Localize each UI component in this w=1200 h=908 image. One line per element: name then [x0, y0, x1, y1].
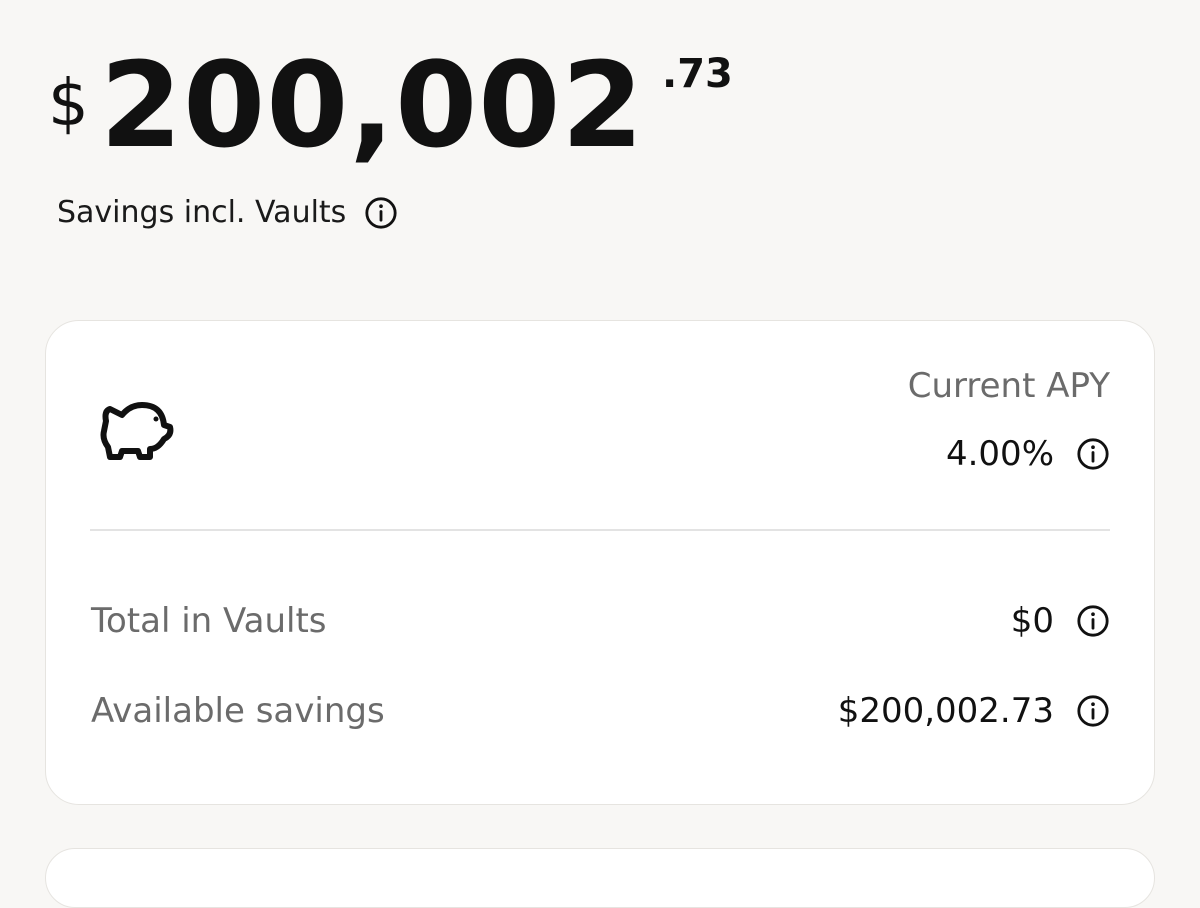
piggy-bank-icon [96, 393, 176, 465]
balance-cents: .73 [662, 51, 733, 97]
apy-value-row: 4.00% [908, 437, 1110, 471]
balance-whole-amount: 200,002 [100, 36, 645, 174]
info-icon[interactable] [1076, 604, 1110, 638]
list-item-total-in-vaults: Total in Vaults $0 [91, 604, 1110, 638]
info-icon[interactable] [1076, 694, 1110, 728]
available-savings-value-group: $200,002.73 [838, 694, 1110, 728]
balance-currency-symbol: $ [48, 67, 89, 141]
next-card-partial [45, 848, 1155, 908]
total-in-vaults-value: $0 [1010, 601, 1054, 641]
available-savings-label: Available savings [91, 691, 385, 731]
list-item-available-savings: Available savings $200,002.73 [91, 694, 1110, 728]
apy-value: 4.00% [945, 434, 1054, 474]
info-icon[interactable] [364, 196, 398, 230]
total-in-vaults-value-group: $0 [1011, 604, 1110, 638]
total-in-vaults-label: Total in Vaults [91, 601, 327, 641]
apy-label: Current APY [907, 366, 1110, 406]
info-icon[interactable] [1076, 437, 1110, 471]
card-divider [90, 529, 1110, 531]
savings-summary-card: Current APY 4.00% Total in Vaults $0 Ava… [45, 320, 1155, 805]
available-savings-value: $200,002.73 [837, 691, 1054, 731]
apy-block: Current APY 4.00% [908, 369, 1110, 471]
balance-label-row: Savings incl. Vaults [57, 196, 398, 230]
balance-label: Savings incl. Vaults [57, 195, 347, 230]
